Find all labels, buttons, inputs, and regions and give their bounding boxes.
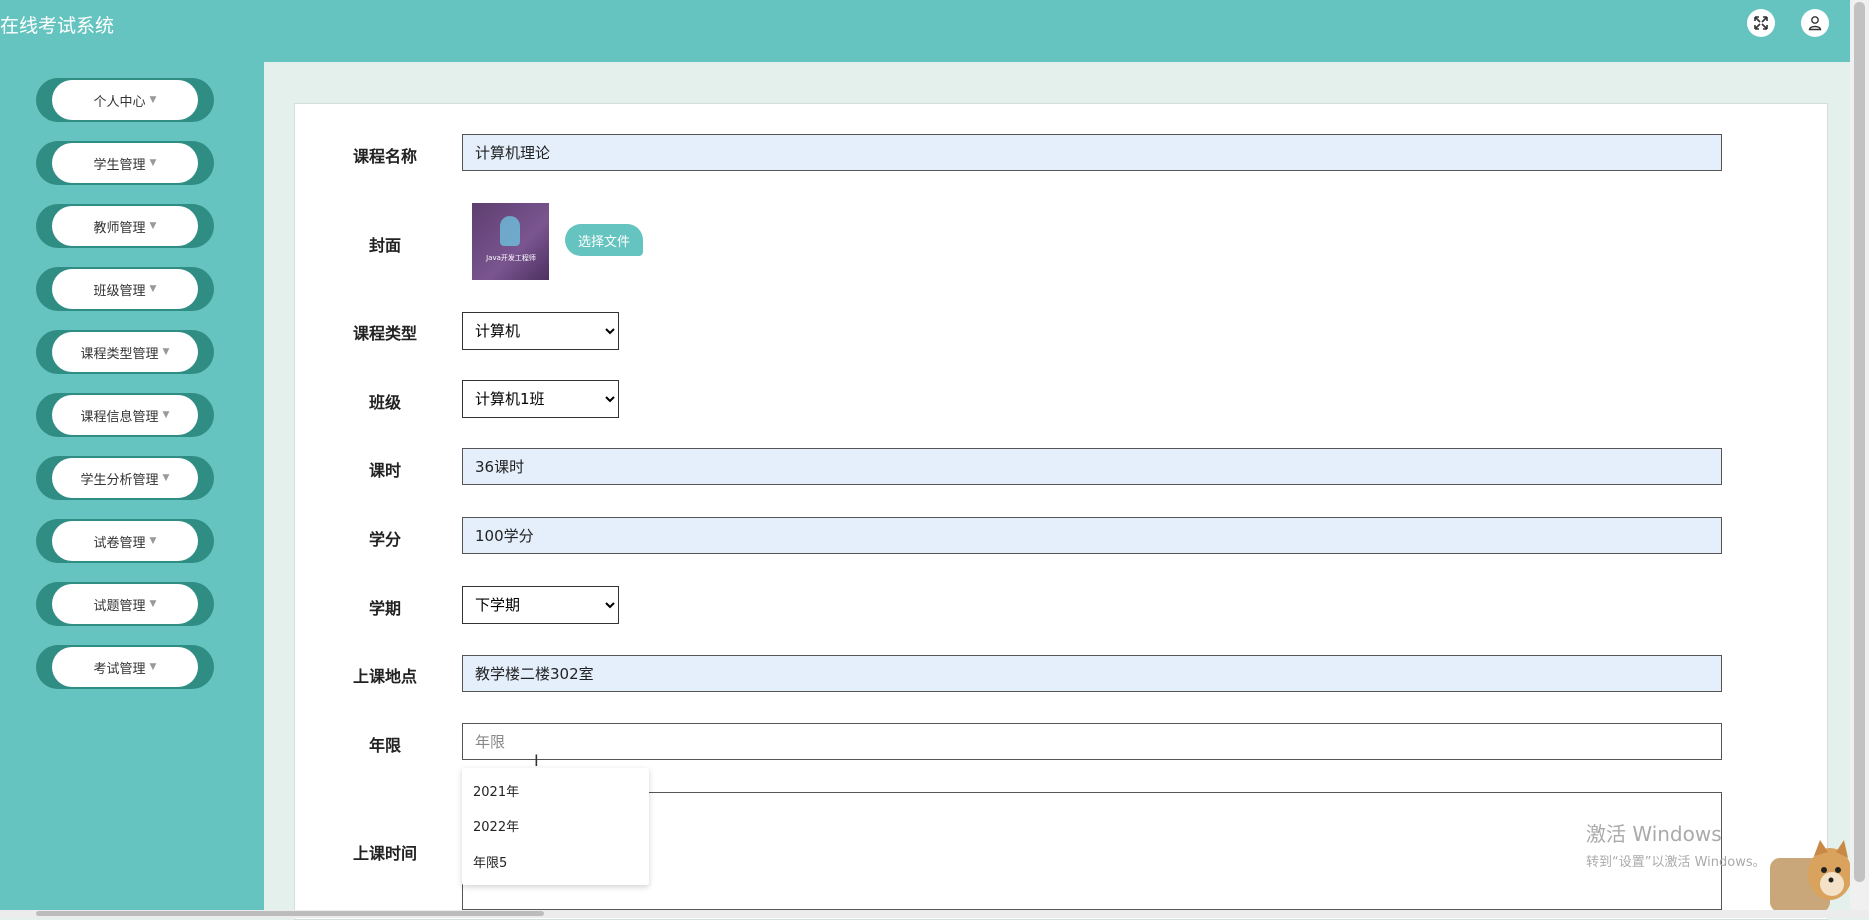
sidebar-item-label: 课程信息管理 <box>80 409 159 425</box>
caret-down-icon: ▼ <box>149 221 157 231</box>
sidebar-item-exam-management[interactable]: 考试管理 ▼ <box>36 645 214 689</box>
cover-image: Java开发工程师 <box>472 203 549 280</box>
caret-down-icon: ▼ <box>149 662 157 672</box>
location-input[interactable] <box>462 655 1722 692</box>
dropdown-option[interactable]: 2021年 <box>473 781 519 800</box>
sidebar-item-course-info-management[interactable]: 课程信息管理 ▼ <box>36 393 214 437</box>
user-button[interactable] <box>1801 9 1829 37</box>
sidebar-item-label: 班级管理 <box>93 283 146 299</box>
course-type-select[interactable]: 计算机 <box>462 312 619 350</box>
sidebar-item-paper-management[interactable]: 试卷管理 ▼ <box>36 519 214 563</box>
user-icon <box>1808 16 1822 31</box>
years-input[interactable] <box>462 723 1722 760</box>
caret-down-icon: ▼ <box>149 599 157 609</box>
fullscreen-button[interactable] <box>1747 9 1775 37</box>
class-select[interactable]: 计算机1班 <box>462 380 619 418</box>
credits-label: 学分 <box>368 530 401 549</box>
java-logo-icon <box>500 216 520 246</box>
horizontal-scrollbar[interactable] <box>0 910 1869 918</box>
class-time-textarea[interactable] <box>462 792 1722 910</box>
windows-activation-watermark: 激活 Windows 转到“设置”以激活 Windows。 <box>1586 818 1766 870</box>
sidebar-item-label: 试题管理 <box>93 598 146 614</box>
class-time-label: 上课时间 <box>352 844 417 863</box>
sidebar-item-label: 个人中心 <box>93 94 146 110</box>
choose-file-button[interactable]: 选择文件 <box>565 224 643 256</box>
caret-down-icon: ▼ <box>149 536 157 546</box>
sidebar-item-course-type-management[interactable]: 课程类型管理 ▼ <box>36 330 214 374</box>
watermark-line-2: 转到“设置”以激活 Windows。 <box>1586 855 1766 870</box>
vertical-scroll-thumb[interactable] <box>1854 2 1865 882</box>
top-header: 在线考试系统 <box>0 0 1850 62</box>
dog-mascot-icon <box>1770 840 1852 912</box>
course-name-input[interactable] <box>462 134 1722 171</box>
cover-image-text: Java开发工程师 <box>486 254 536 262</box>
sidebar-item-label: 学生分析管理 <box>80 472 159 488</box>
sidebar-item-question-management[interactable]: 试题管理 ▼ <box>36 582 214 626</box>
caret-down-icon: ▼ <box>162 473 170 483</box>
vertical-scrollbar[interactable] <box>1850 0 1869 918</box>
caret-down-icon: ▼ <box>162 347 170 357</box>
sidebar-item-label: 课程类型管理 <box>80 346 159 362</box>
app-title: 在线考试系统 <box>0 15 115 37</box>
class-label: 班级 <box>368 393 401 412</box>
cover-label: 封面 <box>368 236 401 255</box>
credits-input[interactable] <box>462 517 1722 554</box>
sidebar-item-class-management[interactable]: 班级管理 ▼ <box>36 267 214 311</box>
sidebar-item-teacher-management[interactable]: 教师管理 ▼ <box>36 204 214 248</box>
sidebar-item-student-management[interactable]: 学生管理 ▼ <box>36 141 214 185</box>
sidebar-item-student-analysis-management[interactable]: 学生分析管理 ▼ <box>36 456 214 500</box>
sidebar-item-label: 教师管理 <box>93 220 146 236</box>
caret-down-icon: ▼ <box>162 410 170 420</box>
semester-select[interactable]: 下学期 <box>462 586 619 624</box>
years-autocomplete-dropdown: 2021年 2022年 年限5 <box>462 768 649 885</box>
expand-icon <box>1754 16 1768 30</box>
course-name-label: 课程名称 <box>352 147 417 166</box>
horizontal-scroll-thumb[interactable] <box>36 911 544 916</box>
years-label: 年限 <box>368 736 401 755</box>
dropdown-option[interactable]: 2022年 <box>473 816 519 835</box>
semester-label: 学期 <box>368 599 401 618</box>
hours-label: 课时 <box>368 461 401 480</box>
watermark-line-1: 激活 Windows <box>1586 822 1722 846</box>
sidebar-item-personal-center[interactable]: 个人中心 ▼ <box>36 78 214 122</box>
sidebar-item-label: 学生管理 <box>93 157 146 173</box>
caret-down-icon: ▼ <box>149 284 157 294</box>
sidebar: 个人中心 ▼ 学生管理 ▼ 教师管理 ▼ 班级管理 ▼ 课程类型管理 ▼ 课程信息管理 ▼ … <box>0 62 264 918</box>
caret-down-icon: ▼ <box>149 158 157 168</box>
caret-down-icon: ▼ <box>149 95 157 105</box>
sidebar-item-label: 试卷管理 <box>93 535 146 551</box>
hours-input[interactable] <box>462 448 1722 485</box>
location-label: 上课地点 <box>352 667 417 686</box>
dropdown-option[interactable]: 年限5 <box>473 852 507 871</box>
sidebar-item-label: 考试管理 <box>93 661 146 677</box>
course-type-label: 课程类型 <box>352 324 417 343</box>
